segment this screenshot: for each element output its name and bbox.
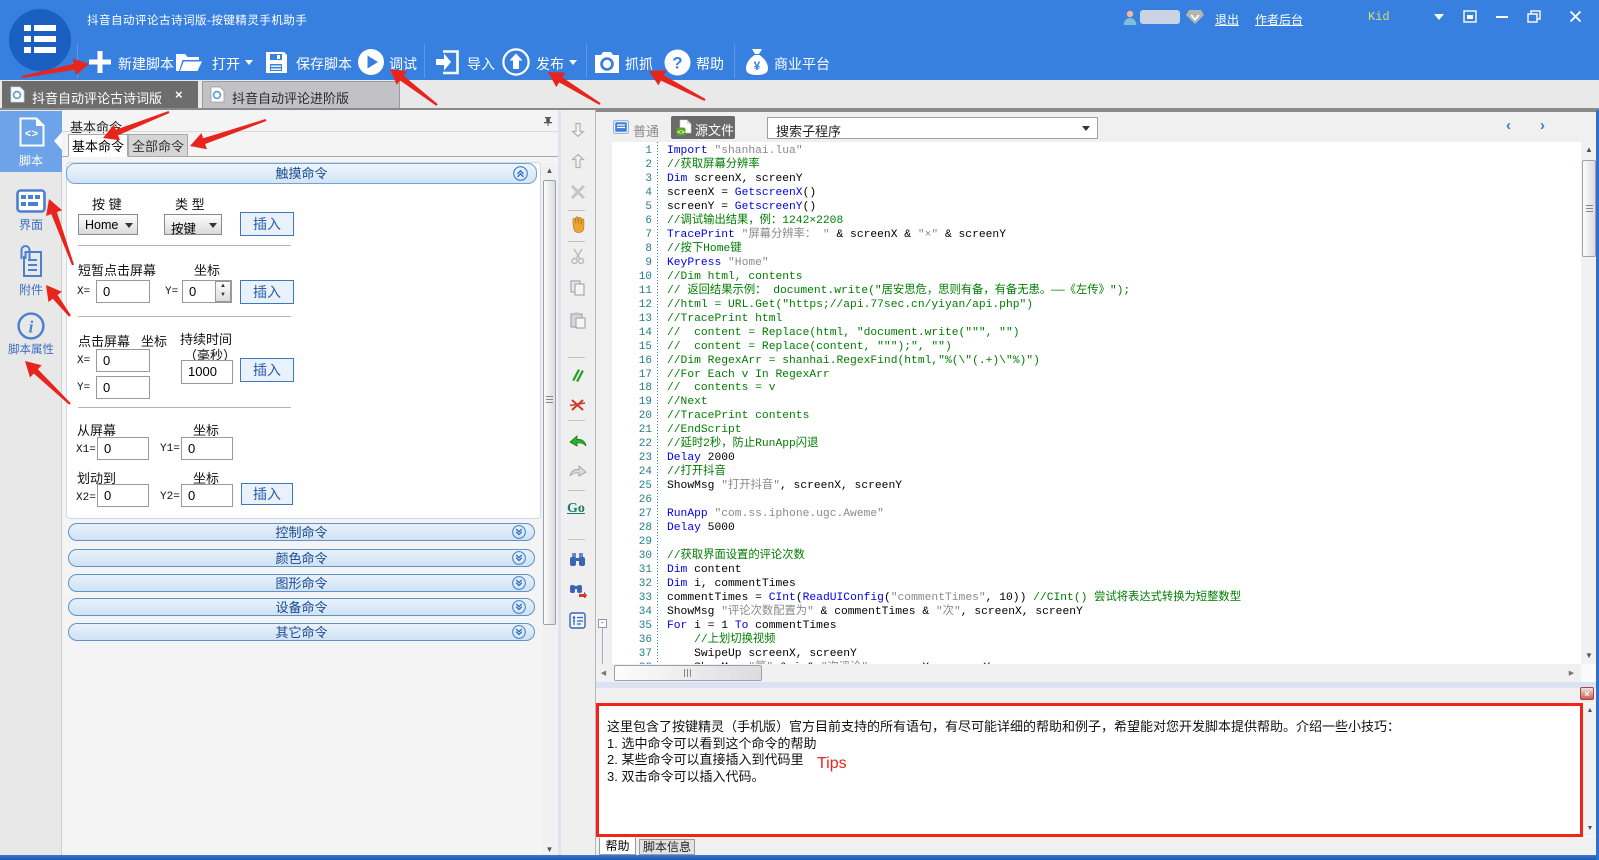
svg-text:<>: <> bbox=[25, 129, 39, 141]
svg-text:¥: ¥ bbox=[754, 59, 761, 73]
svg-text:?: ? bbox=[672, 54, 682, 73]
svg-text:<>: <> bbox=[677, 129, 685, 136]
svg-text:i: i bbox=[29, 318, 34, 337]
